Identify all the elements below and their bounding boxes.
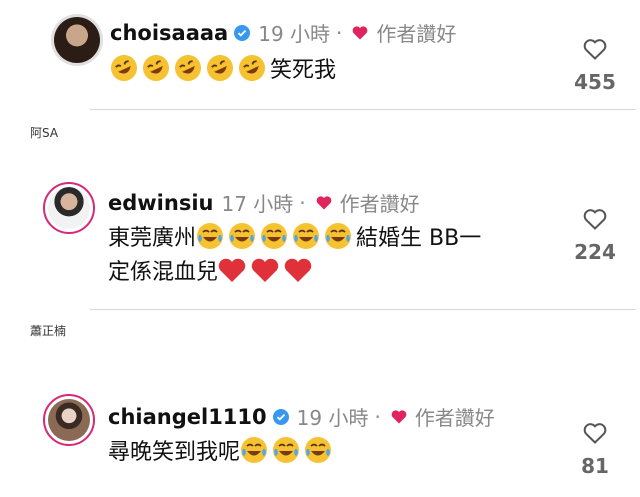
divider [90,309,636,310]
like-count: 81 [581,454,609,478]
comment-text-part: 定係混血兒 [108,260,219,285]
username[interactable]: choisaaaa [110,21,228,45]
comment-text: 尋晚笑到我呢 [108,436,336,470]
comment-text-body: 笑死我 [270,58,337,83]
separator-dot: · [299,190,306,215]
like-heart-icon[interactable] [583,38,607,60]
rolling-laughing-emoji-icon [175,55,201,81]
avatar[interactable] [51,14,103,66]
red-heart-emoji-icon [284,258,312,282]
comment-text-part: 結婚生 BB一 [356,226,482,251]
comment-text-line-1: 東莞廣州 結婚生 BB一 [108,222,481,256]
rolling-laughing-emoji-icon [143,55,169,81]
like-heart-icon[interactable] [583,422,607,444]
separator-dot: · [374,404,381,429]
tears-of-joy-emoji-icon [241,437,268,463]
red-heart-emoji-icon [218,258,246,282]
verified-icon [234,24,251,41]
comment-time: 19 小時 [258,22,331,46]
tears-of-joy-emoji-icon [197,223,224,249]
author-liked-label: 作者讚好 [414,406,495,430]
username[interactable]: edwinsiu [108,191,213,215]
comment-3: chiangel1110 19 小時 · 作者讚好 尋晚笑到我呢 81 [0,382,640,482]
tears-of-joy-emoji-icon [273,437,300,463]
tears-of-joy-emoji-icon [293,223,320,249]
avatar[interactable] [43,394,95,446]
tears-of-joy-emoji-icon [325,223,352,249]
comment-text-part: 東莞廣州 [108,226,197,251]
caption-label: 阿SA [30,126,59,140]
comment-text: 笑死我 [110,54,336,88]
tears-of-joy-emoji-icon [305,437,332,463]
rolling-laughing-emoji-icon [111,55,137,81]
comment-1: choisaaaa 19 小時 · 作者讚好 笑死我 455 [0,0,640,100]
author-liked-heart-icon [391,410,407,424]
verified-icon [272,408,289,425]
comment-2: edwinsiu 17 小時 · 作者讚好 東莞廣州 結婚生 BB一 定係混血兒 … [0,170,640,285]
tears-of-joy-emoji-icon [229,223,256,249]
author-liked-heart-icon [353,26,368,40]
comment-text-body: 尋晚笑到我呢 [108,440,241,465]
rolling-laughing-emoji-icon [207,55,233,81]
rolling-laughing-emoji-icon [239,55,265,81]
author-liked-heart-icon [316,196,332,210]
caption-label: 蕭正楠 [30,324,67,338]
author-liked-label: 作者讚好 [339,192,420,216]
comment-time: 19 小時 [296,406,369,430]
divider [90,109,636,110]
like-count: 224 [574,240,616,264]
author-liked-label: 作者讚好 [376,22,457,46]
comment-time: 17 小時 [221,192,294,216]
avatar[interactable] [43,182,95,234]
like-count: 455 [574,70,616,94]
comment-text-line-2: 定係混血兒 [108,256,317,290]
like-heart-icon[interactable] [583,208,607,230]
username[interactable]: chiangel1110 [108,405,267,429]
separator-dot: · [336,20,343,45]
red-heart-emoji-icon [251,258,279,282]
tears-of-joy-emoji-icon [261,223,288,249]
